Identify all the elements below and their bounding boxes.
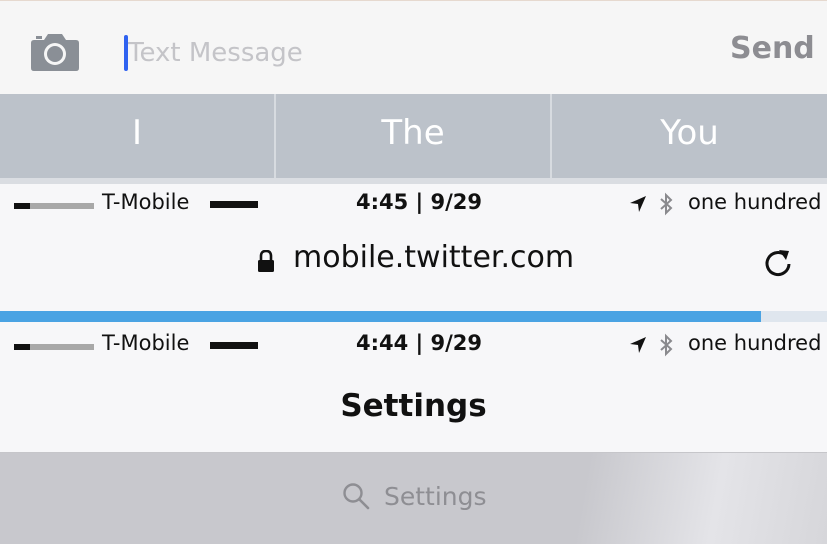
- progress-fill: [0, 311, 761, 322]
- wifi-indicator: [210, 201, 258, 208]
- suggestion-1[interactable]: I: [0, 94, 274, 178]
- carrier-name: T-Mobile: [102, 190, 190, 214]
- search-input[interactable]: [384, 478, 684, 514]
- reload-icon[interactable]: [762, 246, 794, 278]
- signal-strength-empty: [30, 203, 94, 209]
- battery-level: one hundred: [688, 190, 822, 214]
- wifi-indicator: [210, 342, 258, 349]
- carrier-name: T-Mobile: [102, 331, 190, 355]
- search-icon: [343, 483, 370, 510]
- message-input[interactable]: [128, 34, 688, 72]
- suggestion-2[interactable]: The: [276, 94, 550, 178]
- status-time: 4:44 | 9/29: [356, 331, 483, 355]
- camera-icon[interactable]: [30, 31, 80, 71]
- bluetooth-icon: [660, 192, 673, 216]
- battery-level: one hundred: [688, 331, 822, 355]
- signal-strength-filled: [14, 344, 30, 350]
- location-arrow-icon: [630, 196, 646, 212]
- location-arrow-icon: [630, 337, 646, 353]
- page-title: Settings: [340, 388, 487, 424]
- suggestion-3[interactable]: You: [552, 94, 827, 178]
- signal-strength-filled: [14, 203, 30, 209]
- status-bar: T-Mobile 4:45 | 9/29 one hundred: [0, 184, 827, 224]
- bluetooth-icon: [660, 333, 673, 357]
- signal-strength-empty: [30, 344, 94, 350]
- send-button[interactable]: Send: [730, 31, 815, 66]
- lock-icon: [258, 250, 274, 272]
- status-bar: T-Mobile 4:44 | 9/29 one hundred: [0, 325, 827, 365]
- status-time: 4:45 | 9/29: [356, 190, 483, 214]
- page-load-progress: [0, 311, 827, 322]
- address-bar-url[interactable]: mobile.twitter.com: [293, 240, 574, 275]
- predictive-bar: I The You: [0, 94, 827, 178]
